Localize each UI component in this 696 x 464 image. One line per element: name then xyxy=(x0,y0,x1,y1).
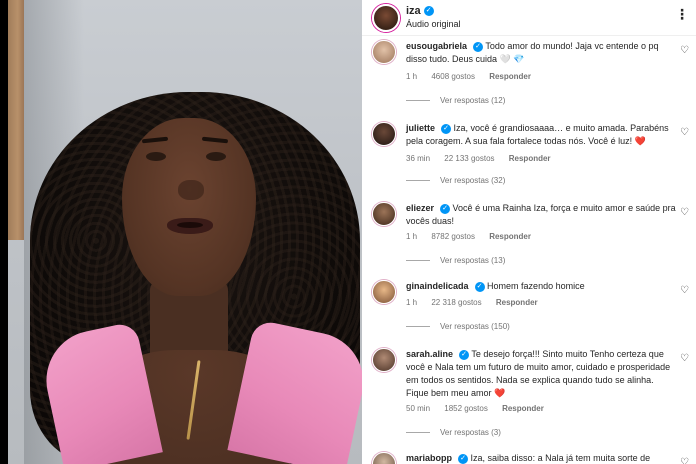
view-replies-label: Ver respostas (150) xyxy=(440,322,510,331)
view-replies-button[interactable]: Ver respostas (12) xyxy=(406,96,505,105)
comment-meta: 1 h 22 318 gostos Responder xyxy=(406,298,550,307)
comment-likes[interactable]: 22 318 gostos xyxy=(431,298,481,307)
comment-text: Homem fazendo homice xyxy=(487,281,585,291)
post-header: iza ✓ Áudio original ⋮ xyxy=(362,0,696,36)
comment-likes[interactable]: 1852 gostos xyxy=(444,404,488,413)
like-heart-icon[interactable]: ♡ xyxy=(680,354,690,364)
video-person xyxy=(30,80,362,464)
verified-badge-icon: ✓ xyxy=(474,281,485,292)
commenter-avatar[interactable] xyxy=(372,202,396,226)
author-name-row: iza ✓ xyxy=(406,5,434,17)
comment-body: mariabopp ✓ Iza, saiba disso: a Nala já t… xyxy=(406,452,676,464)
right-eye xyxy=(206,152,226,161)
reply-button[interactable]: Responder xyxy=(496,298,538,307)
like-heart-icon[interactable]: ♡ xyxy=(680,128,690,138)
view-replies-label: Ver respostas (12) xyxy=(440,96,506,105)
like-heart-icon[interactable]: ♡ xyxy=(680,286,690,296)
replies-divider xyxy=(406,100,430,102)
author-avatar[interactable] xyxy=(372,4,400,32)
video-doorframe xyxy=(8,0,24,240)
verified-badge-icon: ✓ xyxy=(459,349,470,360)
left-eye xyxy=(146,152,166,161)
commenter-avatar[interactable] xyxy=(372,40,396,64)
comment-time: 36 min xyxy=(406,154,431,163)
commenter-username[interactable]: eusougabriela xyxy=(406,41,467,51)
verified-badge-icon: ✓ xyxy=(423,6,434,17)
comment-body: ginaindelicada ✓ Homem fazendo homice xyxy=(406,280,676,293)
comment-body: juliette ✓ Iza, você é grandiosaaaa… e mu… xyxy=(406,122,676,148)
view-replies-button[interactable]: Ver respostas (32) xyxy=(406,176,505,185)
reply-button[interactable]: Responder xyxy=(489,72,531,81)
comment-likes[interactable]: 4608 gostos xyxy=(431,72,475,81)
replies-divider xyxy=(406,180,430,182)
author-username[interactable]: iza xyxy=(406,5,421,17)
replies-divider xyxy=(406,326,430,328)
commenter-username[interactable]: mariabopp xyxy=(406,453,452,463)
more-options-icon[interactable]: ⋮ xyxy=(675,6,690,23)
view-replies-label: Ver respostas (3) xyxy=(440,428,501,437)
person-face xyxy=(122,118,256,296)
comment-likes[interactable]: 22 133 gostos xyxy=(444,154,494,163)
commenter-avatar[interactable] xyxy=(372,452,396,464)
verified-badge-icon: ✓ xyxy=(458,453,469,464)
commenter-username[interactable]: ginaindelicada xyxy=(406,281,469,291)
comment-time: 1 h xyxy=(406,298,418,307)
comment-body: eusougabriela ✓ Todo amor do mundo! Jaja … xyxy=(406,40,676,66)
nose xyxy=(178,180,204,200)
comments-list: eusougabriela ✓ Todo amor do mundo! Jaja … xyxy=(362,36,696,464)
audio-label[interactable]: Áudio original xyxy=(406,19,461,29)
view-replies-button[interactable]: Ver respostas (13) xyxy=(406,256,505,265)
comment-body: eliezer ✓ Você é uma Rainha Iza, força e … xyxy=(406,202,676,228)
view-replies-label: Ver respostas (32) xyxy=(440,176,506,185)
comment-meta: 1 h 4608 gostos Responder xyxy=(406,72,543,81)
comment-meta: 50 min 1852 gostos Responder xyxy=(406,404,556,413)
commenter-avatar[interactable] xyxy=(372,280,396,304)
like-heart-icon[interactable]: ♡ xyxy=(680,46,690,56)
reply-button[interactable]: Responder xyxy=(502,404,544,413)
commenter-avatar[interactable] xyxy=(372,348,396,372)
comment-body: sarah.aline ✓ Te desejo força!!! Sinto mu… xyxy=(406,348,676,400)
like-heart-icon[interactable]: ♡ xyxy=(680,458,690,464)
like-heart-icon[interactable]: ♡ xyxy=(680,208,690,218)
comment-time: 1 h xyxy=(406,72,418,81)
verified-badge-icon: ✓ xyxy=(473,41,484,52)
view-replies-button[interactable]: Ver respostas (3) xyxy=(406,428,501,437)
comment-likes[interactable]: 8782 gostos xyxy=(431,232,475,241)
commenter-username[interactable]: juliette xyxy=(406,123,435,133)
mouth-inner xyxy=(177,222,203,228)
comment-meta: 36 min 22 133 gostos Responder xyxy=(406,154,563,163)
view-replies-label: Ver respostas (13) xyxy=(440,256,506,265)
verified-badge-icon: ✓ xyxy=(441,123,452,134)
comment-text: Iza, saiba disso: a Nala já tem muita so… xyxy=(470,453,651,463)
comments-panel: iza ✓ Áudio original ⋮ eusougabriela ✓ Tod… xyxy=(362,0,696,464)
comment-time: 1 h xyxy=(406,232,418,241)
replies-divider xyxy=(406,432,430,434)
verified-badge-icon: ✓ xyxy=(440,203,451,214)
video-player[interactable] xyxy=(0,0,362,464)
commenter-username[interactable]: eliezer xyxy=(406,203,434,213)
replies-divider xyxy=(406,260,430,262)
view-replies-button[interactable]: Ver respostas (150) xyxy=(406,322,510,331)
comment-time: 50 min xyxy=(406,404,431,413)
comment-meta: 1 h 8782 gostos Responder xyxy=(406,232,543,241)
reply-button[interactable]: Responder xyxy=(489,232,531,241)
commenter-username[interactable]: sarah.aline xyxy=(406,349,453,359)
reply-button[interactable]: Responder xyxy=(509,154,551,163)
commenter-avatar[interactable] xyxy=(372,122,396,146)
